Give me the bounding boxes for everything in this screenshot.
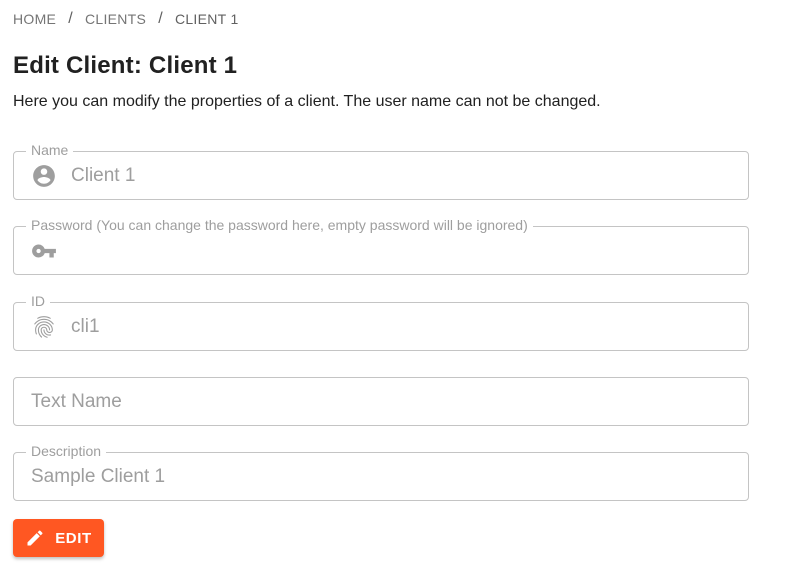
password-field[interactable]: Password (You can change the password he… [13, 216, 749, 275]
pencil-icon [25, 528, 45, 548]
breadcrumb-clients[interactable]: CLIENTS [85, 11, 146, 27]
edit-button-label: EDIT [55, 529, 92, 547]
breadcrumb-separator: / [68, 10, 73, 27]
key-icon [31, 238, 57, 264]
edit-button[interactable]: EDIT [13, 519, 104, 557]
name-input[interactable] [71, 164, 735, 187]
text-name-input[interactable] [31, 390, 735, 413]
id-input[interactable] [71, 315, 735, 338]
fingerprint-icon [31, 314, 57, 340]
id-field[interactable]: ID [13, 292, 749, 351]
description-field[interactable]: Description [13, 442, 749, 501]
breadcrumb-current: CLIENT 1 [174, 11, 239, 27]
edit-client-page: HOME / CLIENTS / CLIENT 1 Edit Client: C… [0, 0, 798, 580]
name-field[interactable]: Name [13, 141, 749, 200]
password-input[interactable] [71, 239, 735, 262]
description-input[interactable] [31, 465, 735, 488]
breadcrumb-separator: / [158, 10, 163, 27]
page-description: Here you can modify the properties of a … [13, 93, 601, 110]
breadcrumb-home[interactable]: HOME [13, 11, 56, 27]
account-circle-icon [31, 163, 57, 189]
page-title: Edit Client: Client 1 [13, 52, 238, 79]
breadcrumb: HOME / CLIENTS / CLIENT 1 [13, 10, 239, 28]
text-name-field[interactable] [13, 377, 749, 426]
